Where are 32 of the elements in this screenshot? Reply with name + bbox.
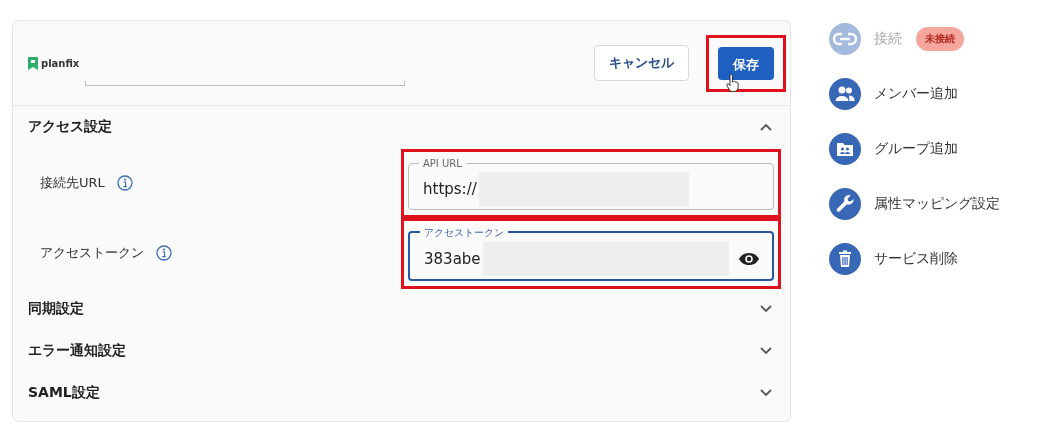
info-icon[interactable] bbox=[156, 245, 172, 261]
section-title[interactable]: エラー通知設定 bbox=[28, 342, 126, 360]
section-title[interactable]: SAML設定 bbox=[28, 384, 100, 402]
field-value: https:// bbox=[423, 180, 477, 198]
cancel-button[interactable]: キャンセル bbox=[594, 45, 689, 81]
hand-cursor-icon bbox=[726, 73, 740, 92]
chevron-icon[interactable] bbox=[760, 347, 772, 355]
field-value: 383abe bbox=[424, 249, 481, 268]
chevron-icon[interactable] bbox=[760, 123, 772, 131]
people-icon[interactable] bbox=[829, 78, 861, 110]
section-title[interactable]: アクセス設定 bbox=[28, 118, 112, 136]
action-label[interactable]: 属性マッピング設定 bbox=[874, 195, 1000, 213]
save-button[interactable]: 保存 bbox=[718, 46, 774, 80]
trash-icon[interactable] bbox=[829, 243, 861, 275]
action-label[interactable]: メンバー追加 bbox=[874, 85, 958, 103]
info-icon[interactable] bbox=[116, 175, 133, 191]
eye-icon[interactable] bbox=[738, 251, 760, 266]
action-label[interactable]: グループ追加 bbox=[874, 140, 958, 158]
input-field[interactable]: API URL https:// bbox=[408, 156, 774, 210]
group-icon[interactable] bbox=[829, 133, 861, 165]
logo-text: planfix bbox=[41, 57, 80, 69]
field-floating-label: API URL bbox=[422, 156, 463, 170]
field-label: 接続先URL bbox=[40, 174, 105, 192]
section-title[interactable]: 同期設定 bbox=[28, 300, 84, 318]
wrench-icon[interactable] bbox=[829, 188, 861, 220]
field-floating-label: アクセストークン bbox=[423, 225, 505, 239]
chevron-icon[interactable] bbox=[760, 305, 772, 313]
logo-icon bbox=[28, 56, 38, 70]
field-label: アクセストークン bbox=[40, 244, 144, 262]
status-badge: 未接続 bbox=[916, 27, 964, 51]
chevron-icon[interactable] bbox=[760, 389, 772, 397]
action-label[interactable]: サービス削除 bbox=[874, 250, 958, 268]
